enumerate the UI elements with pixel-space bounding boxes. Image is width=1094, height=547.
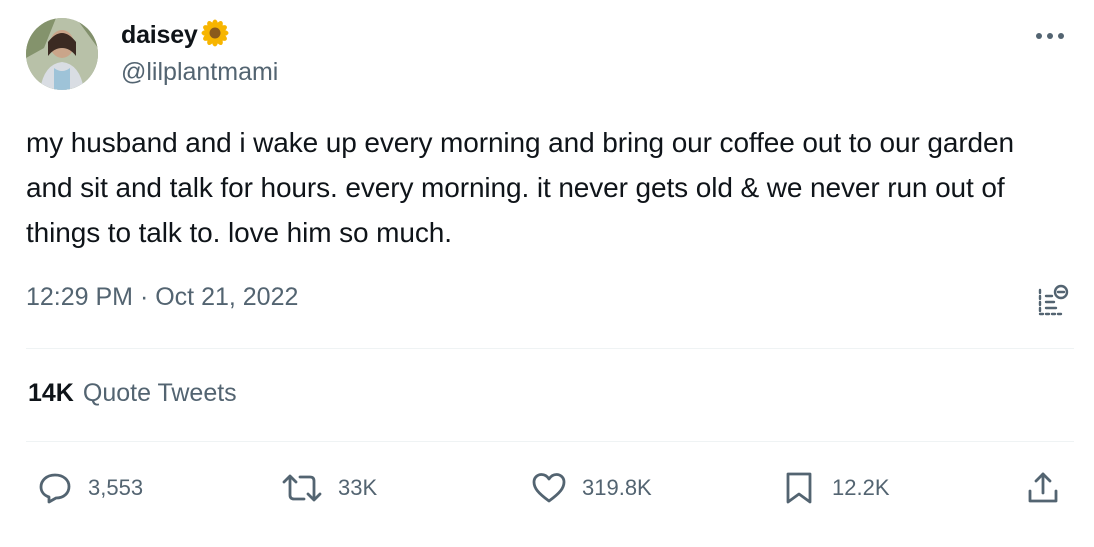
avatar-photo	[26, 18, 98, 90]
avatar[interactable]	[26, 18, 98, 90]
reply-button[interactable]: 3,553	[36, 466, 143, 510]
retweet-button[interactable]: 33K	[280, 466, 377, 510]
bookmark-count: 12.2K	[832, 475, 890, 500]
divider	[26, 441, 1074, 442]
share-button[interactable]	[1024, 466, 1062, 510]
timestamp-separator: ·	[133, 283, 156, 311]
retweet-count: 33K	[338, 475, 378, 500]
quote-tweets-count: 14K	[28, 379, 74, 407]
retweet-icon	[282, 474, 322, 502]
share-icon	[1028, 472, 1058, 503]
author-name-row: daisey	[121, 19, 229, 52]
tweet-actions-bar: 3,553 33K 319.8K 12.2K	[0, 466, 1094, 510]
reply-count: 3,553	[88, 475, 144, 500]
tweet-timestamp[interactable]: 12:29 PM · Oct 21, 2022	[26, 283, 298, 312]
tweet-text: my husband and i wake up every morning a…	[26, 127, 1014, 248]
bookmark-button[interactable]: 12.2K	[780, 466, 890, 510]
tweet: daisey @lilplantmami my husband and i wa…	[0, 0, 1094, 547]
more-dots-icon	[1036, 33, 1064, 39]
more-options-button[interactable]	[1032, 22, 1068, 50]
reply-icon	[39, 473, 71, 504]
sunflower-icon	[201, 19, 229, 52]
tweet-time: 12:29 PM	[26, 283, 134, 311]
like-button[interactable]: 319.8K	[530, 466, 652, 510]
like-count: 319.8K	[582, 475, 652, 500]
quote-tweets-link[interactable]: 14K Quote Tweets	[28, 379, 237, 408]
quote-tweets-label: Quote Tweets	[82, 379, 237, 407]
bookmark-icon	[786, 472, 812, 504]
heart-icon	[532, 473, 566, 503]
author-handle[interactable]: @lilplantmami	[121, 58, 278, 87]
analytics-icon[interactable]	[1032, 280, 1072, 320]
divider	[26, 348, 1074, 349]
author-display-name[interactable]: daisey	[121, 21, 198, 50]
tweet-date: Oct 21, 2022	[155, 283, 299, 311]
